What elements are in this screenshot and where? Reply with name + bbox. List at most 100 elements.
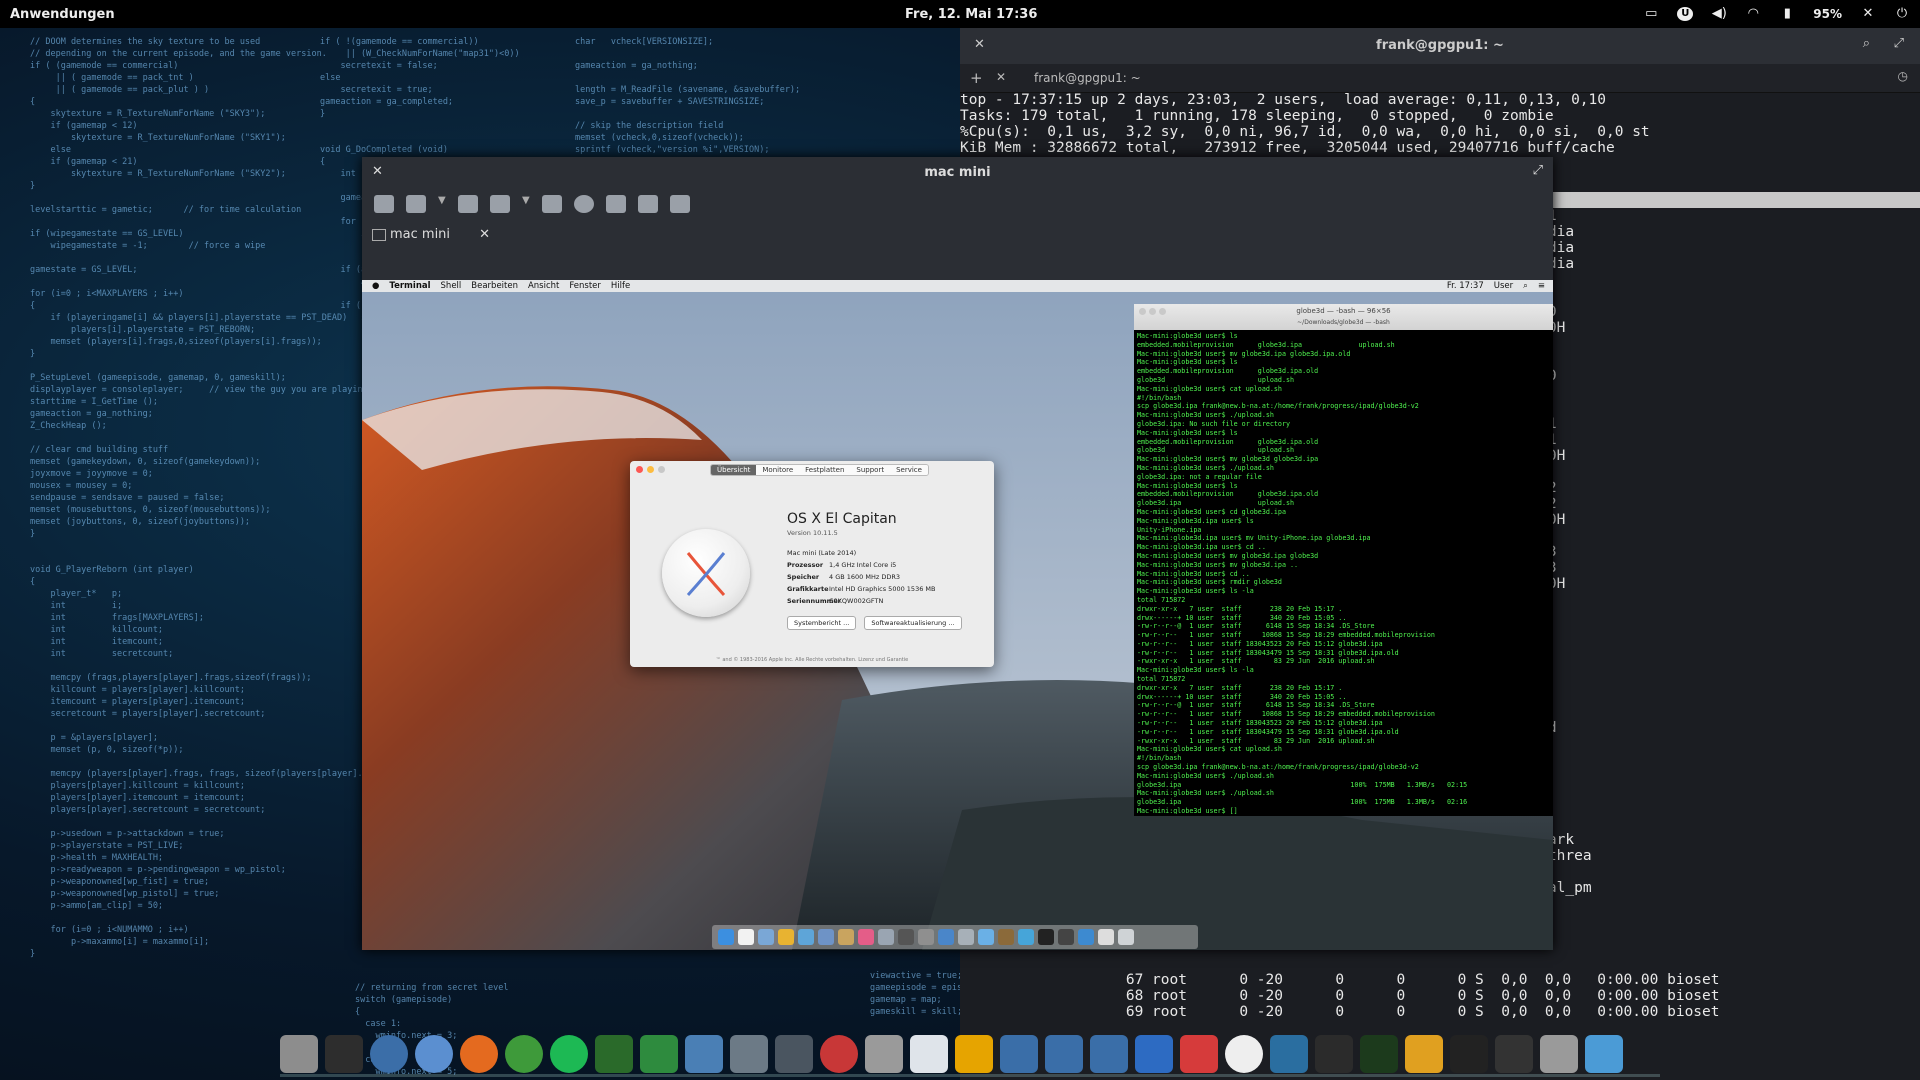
terminal-icon[interactable] xyxy=(1450,1035,1488,1073)
mac-user-menu[interactable]: User xyxy=(1494,281,1513,291)
spotify-icon[interactable] xyxy=(550,1035,588,1073)
chevron-down-icon[interactable]: ▼ xyxy=(522,195,530,213)
remote-titlebar[interactable]: ✕ mac mini ⤢ xyxy=(362,157,1553,187)
u-app-icon[interactable]: U xyxy=(1677,7,1694,21)
trash-icon[interactable] xyxy=(1118,929,1134,945)
mac-clock[interactable]: Fr. 17:37 xyxy=(1447,281,1484,291)
menu-terminal[interactable]: Terminal xyxy=(389,281,430,291)
zoom-icon[interactable] xyxy=(490,195,510,213)
battery-icon[interactable]: ▮ xyxy=(1779,7,1795,21)
tools-icon[interactable] xyxy=(595,1035,633,1073)
window-icon[interactable] xyxy=(1045,1035,1083,1073)
app-icon[interactable] xyxy=(1270,1035,1308,1073)
remote-tab[interactable]: mac mini ✕ xyxy=(368,221,490,249)
history-icon[interactable]: ◷ xyxy=(1898,69,1908,83)
files-icon[interactable] xyxy=(280,1035,318,1073)
applications-menu[interactable]: Anwendungen xyxy=(10,7,115,22)
safari-icon[interactable] xyxy=(938,929,954,945)
app-icon[interactable] xyxy=(978,929,994,945)
about-this-mac-window[interactable]: Übersicht Monitore Festplatten Support S… xyxy=(630,461,994,667)
xcode-icon[interactable] xyxy=(878,929,894,945)
downloads-icon[interactable] xyxy=(1098,929,1114,945)
panel-clock[interactable]: Fre, 12. Mai 17:36 xyxy=(905,7,1037,22)
sublime-icon[interactable] xyxy=(1405,1035,1443,1073)
mac-terminal-output[interactable]: Mac-mini:globe3d user$ ls embedded.mobile… xyxy=(1134,330,1553,814)
remote-desktop-icon[interactable] xyxy=(775,1035,813,1073)
itunes-icon[interactable] xyxy=(858,929,874,945)
tab-overview[interactable]: Übersicht xyxy=(711,465,757,475)
apple-icon[interactable]: ● xyxy=(372,281,379,291)
app-icon[interactable] xyxy=(958,929,974,945)
system-preferences-icon[interactable] xyxy=(918,929,934,945)
monitor-icon[interactable] xyxy=(1135,1035,1173,1073)
globe-icon[interactable] xyxy=(505,1035,543,1073)
keyboard-icon[interactable] xyxy=(542,195,562,213)
wifi-icon[interactable]: ◠ xyxy=(1745,7,1761,21)
tab-storage[interactable]: Festplatten xyxy=(799,465,851,475)
u-app-icon[interactable] xyxy=(1225,1035,1263,1073)
minimize-button[interactable] xyxy=(647,466,654,473)
app-icon[interactable] xyxy=(1018,929,1034,945)
calendar-icon[interactable] xyxy=(738,929,754,945)
terminal-icon[interactable] xyxy=(1038,929,1054,945)
scale-icon[interactable] xyxy=(406,195,426,213)
chevron-down-icon[interactable]: ▼ xyxy=(438,195,446,213)
numbers-icon[interactable] xyxy=(838,929,854,945)
minimize-icon[interactable] xyxy=(638,195,658,213)
window-icon[interactable] xyxy=(1000,1035,1038,1073)
spreadsheet-icon[interactable] xyxy=(640,1035,678,1073)
settings-icon[interactable] xyxy=(865,1035,903,1073)
fullscreen-icon[interactable] xyxy=(374,195,394,213)
settings-icon[interactable] xyxy=(606,195,626,213)
menu-window[interactable]: Fenster xyxy=(569,281,601,291)
search-icon[interactable]: ⌕ xyxy=(1863,36,1870,51)
list-icon[interactable]: ≡ xyxy=(1538,281,1545,291)
mac-terminal-window[interactable]: globe3d — -bash — 96×56 ~/Downloads/glob… xyxy=(1134,304,1553,816)
search-icon[interactable]: ⌕ xyxy=(1523,281,1528,291)
notifications-off-icon[interactable]: ✕ xyxy=(1860,7,1876,21)
writer-icon[interactable] xyxy=(685,1035,723,1073)
menu-shell[interactable]: Shell xyxy=(441,281,462,291)
software-update-button[interactable]: Softwareaktualisierung ... xyxy=(864,616,962,630)
disconnect-icon[interactable] xyxy=(670,195,690,213)
tab-support[interactable]: Support xyxy=(850,465,891,475)
window-icon[interactable] xyxy=(1090,1035,1128,1073)
tab-displays[interactable]: Monitore xyxy=(756,465,800,475)
expand-icon[interactable]: ⤢ xyxy=(1533,163,1543,178)
document-icon[interactable] xyxy=(325,1035,363,1073)
remote-desktop-window[interactable]: ✕ mac mini ⤢ ▼ ▼ mac mini ✕ ● Terminal S… xyxy=(362,157,1553,950)
dynamic-resolution-icon[interactable] xyxy=(458,195,478,213)
about-titlebar[interactable]: Übersicht Monitore Festplatten Support S… xyxy=(630,461,994,477)
menu-help[interactable]: Hilfe xyxy=(611,281,630,291)
app-icon[interactable] xyxy=(1495,1035,1533,1073)
screenshot-icon[interactable] xyxy=(574,195,594,213)
app-store-icon[interactable] xyxy=(818,929,834,945)
firefox-icon[interactable] xyxy=(460,1035,498,1073)
expand-icon[interactable]: ⤢ xyxy=(1894,36,1904,51)
close-button[interactable] xyxy=(636,466,643,473)
safari-icon[interactable] xyxy=(798,929,814,945)
app-icon[interactable] xyxy=(1078,929,1094,945)
preview-icon[interactable] xyxy=(758,929,774,945)
mac-terminal-titlebar[interactable]: globe3d — -bash — 96×56 ~/Downloads/glob… xyxy=(1134,304,1553,330)
app-icon[interactable] xyxy=(1315,1035,1353,1073)
tab-service[interactable]: Service xyxy=(890,465,928,475)
terminal-tab[interactable]: frank@gpgpu1: ~ xyxy=(1014,64,1184,92)
new-tab-icon[interactable]: + xyxy=(970,69,983,87)
system-report-button[interactable]: Systembericht ... xyxy=(787,616,857,630)
app-icon[interactable] xyxy=(1180,1035,1218,1073)
menu-edit[interactable]: Bearbeiten xyxy=(471,281,518,291)
chromium-icon[interactable] xyxy=(415,1035,453,1073)
power-icon[interactable]: ⏻ xyxy=(1894,7,1910,21)
app-icon[interactable] xyxy=(1058,929,1074,945)
terminal-titlebar[interactable]: ✕ frank@gpgpu1: ~ ⌕ ⤢ xyxy=(960,28,1920,64)
network-computer-icon[interactable] xyxy=(730,1035,768,1073)
remote-screen[interactable]: ● Terminal Shell Bearbeiten Ansicht Fens… xyxy=(362,280,1553,950)
app-icon[interactable] xyxy=(910,1035,948,1073)
unity-icon[interactable] xyxy=(898,929,914,945)
app-icon[interactable] xyxy=(1585,1035,1623,1073)
close-tab-icon[interactable]: ✕ xyxy=(479,221,490,249)
chrome-icon[interactable] xyxy=(778,929,794,945)
menu-view[interactable]: Ansicht xyxy=(528,281,559,291)
trash-icon[interactable] xyxy=(1540,1035,1578,1073)
